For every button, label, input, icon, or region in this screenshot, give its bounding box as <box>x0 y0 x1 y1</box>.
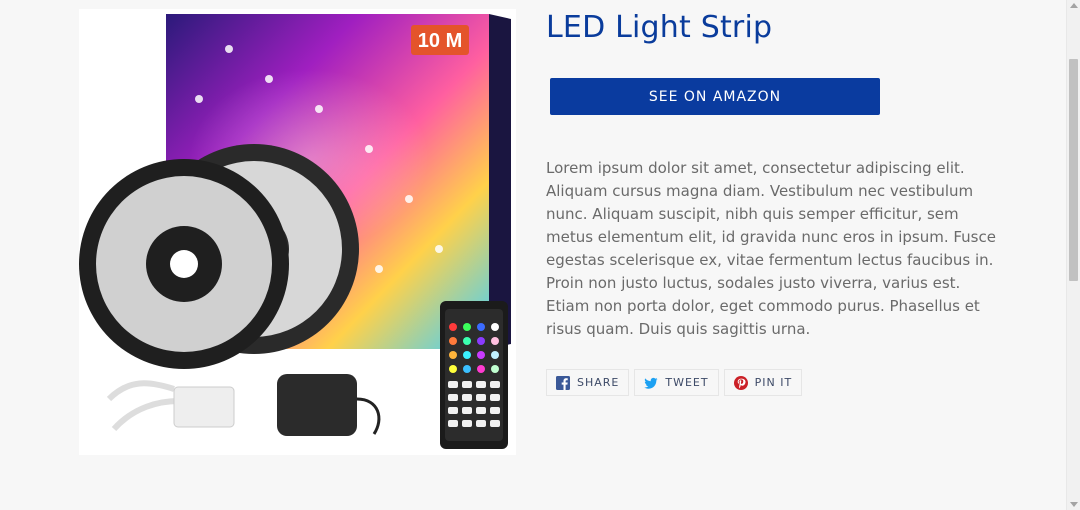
controller-box <box>106 380 235 432</box>
scroll-up-icon[interactable] <box>1070 3 1078 8</box>
box-badge-text: 10 M <box>418 30 462 52</box>
pinterest-icon <box>733 375 748 390</box>
power-adapter <box>277 374 381 436</box>
share-twitter-label: TWEET <box>665 376 709 389</box>
see-on-amazon-button[interactable]: SEE ON AMAZON <box>550 78 880 115</box>
product-description: Lorem ipsum dolor sit amet, consectetur … <box>546 159 996 338</box>
share-pinterest-label: PIN IT <box>754 376 793 389</box>
share-pinterest-button[interactable]: PIN IT <box>723 369 803 396</box>
share-facebook-button[interactable]: SHARE <box>546 369 630 396</box>
led-reel-front <box>79 159 289 369</box>
vertical-scrollbar[interactable] <box>1066 0 1080 510</box>
share-twitter-button[interactable]: TWEET <box>634 369 719 396</box>
remote-control <box>440 301 508 449</box>
social-share-bar: SHARE TWEET PIN IT <box>546 369 803 396</box>
twitter-icon <box>644 376 658 390</box>
scroll-down-icon[interactable] <box>1070 502 1078 507</box>
facebook-icon <box>556 375 570 390</box>
share-facebook-label: SHARE <box>577 376 620 389</box>
product-image: 10 M <box>79 9 516 455</box>
scrollbar-thumb[interactable] <box>1069 59 1078 281</box>
product-title: LED Light Strip <box>546 10 773 45</box>
